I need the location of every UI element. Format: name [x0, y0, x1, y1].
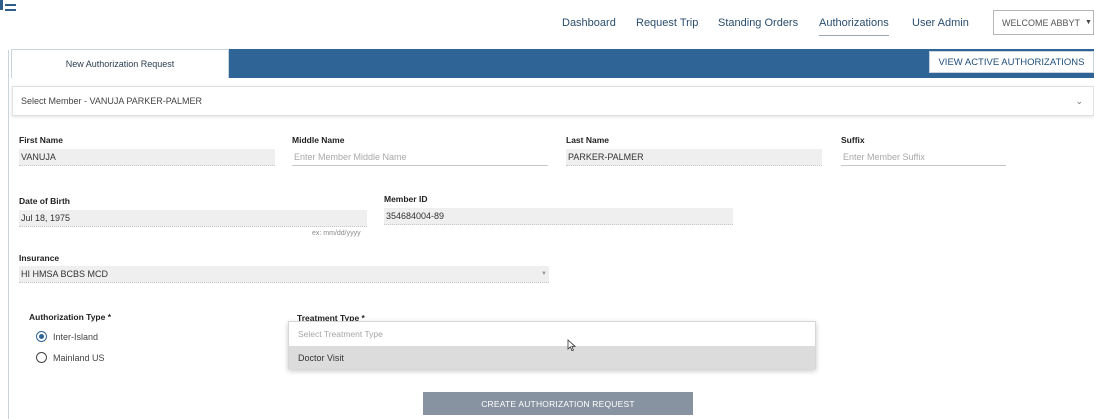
radio-inter-island[interactable]: Inter-Island [36, 331, 98, 342]
mouse-pointer-icon [567, 339, 576, 352]
suffix-field[interactable]: Enter Member Suffix [841, 149, 1006, 166]
authorization-type-label: Authorization Type * [29, 312, 112, 322]
middle-name-label: Middle Name [292, 135, 345, 145]
insurance-value: HI HMSA BCBS MCD [21, 269, 109, 279]
treatment-option-doctor-visit[interactable]: Doctor Visit [289, 346, 815, 369]
radio-mainland-us[interactable]: Mainland US [36, 352, 105, 363]
tab-bar: New Authorization Request VIEW ACTIVE AU… [11, 49, 1094, 78]
member-id-label: Member ID [384, 194, 428, 204]
treatment-type-dropdown[interactable]: Select Treatment Type Doctor Visit [288, 321, 816, 369]
member-select-label: Select Member - VANUJA PARKER-PALMER [21, 96, 203, 106]
content-left-border [8, 50, 9, 419]
radio-inter-island-label: Inter-Island [53, 331, 99, 342]
radio-checked-icon[interactable] [36, 331, 47, 342]
nav-request-trip[interactable]: Request Trip [636, 17, 698, 29]
suffix-label: Suffix [841, 135, 865, 145]
nav-authorizations[interactable]: Authorizations [819, 17, 889, 36]
create-authorization-request-button[interactable]: CREATE AUTHORIZATION REQUEST [423, 392, 693, 415]
radio-mainland-us-label: Mainland US [53, 352, 105, 363]
view-active-authorizations-button[interactable]: VIEW ACTIVE AUTHORIZATIONS [929, 51, 1094, 73]
first-name-label: First Name [19, 135, 63, 145]
top-navigation: Dashboard Request Trip Standing Orders A… [0, 0, 1094, 46]
welcome-label: WELCOME ABBYT [1002, 17, 1081, 28]
member-id-field[interactable]: 354684004-89 [384, 208, 733, 225]
radio-unchecked-icon[interactable] [36, 352, 47, 363]
chevron-down-icon: ⌄ [1075, 96, 1083, 106]
welcome-user-menu[interactable]: WELCOME ABBYT ▼ [993, 10, 1094, 35]
middle-name-field[interactable]: Enter Member Middle Name [292, 149, 548, 166]
caret-down-icon: ▼ [541, 271, 547, 277]
treatment-type-placeholder[interactable]: Select Treatment Type [289, 322, 815, 346]
insurance-label: Insurance [19, 253, 60, 263]
last-name-field[interactable]: PARKER-PALMER [566, 149, 822, 166]
dob-label: Date of Birth [19, 196, 70, 206]
dob-field[interactable]: Jul 18, 1975 [19, 210, 367, 227]
member-select[interactable]: Select Member - VANUJA PARKER-PALMER ⌄ [12, 86, 1094, 116]
insurance-select[interactable]: HI HMSA BCBS MCD [19, 266, 549, 283]
first-name-field[interactable]: VANUJA [19, 149, 275, 166]
nav-dashboard[interactable]: Dashboard [562, 17, 616, 29]
last-name-label: Last Name [566, 135, 609, 145]
nav-user-admin[interactable]: User Admin [912, 17, 969, 29]
nav-standing-orders[interactable]: Standing Orders [718, 17, 798, 29]
caret-down-icon: ▼ [1085, 19, 1092, 26]
dob-format-hint: ex: mm/dd/yyyy [312, 230, 361, 237]
tab-new-authorization-request[interactable]: New Authorization Request [11, 49, 229, 78]
